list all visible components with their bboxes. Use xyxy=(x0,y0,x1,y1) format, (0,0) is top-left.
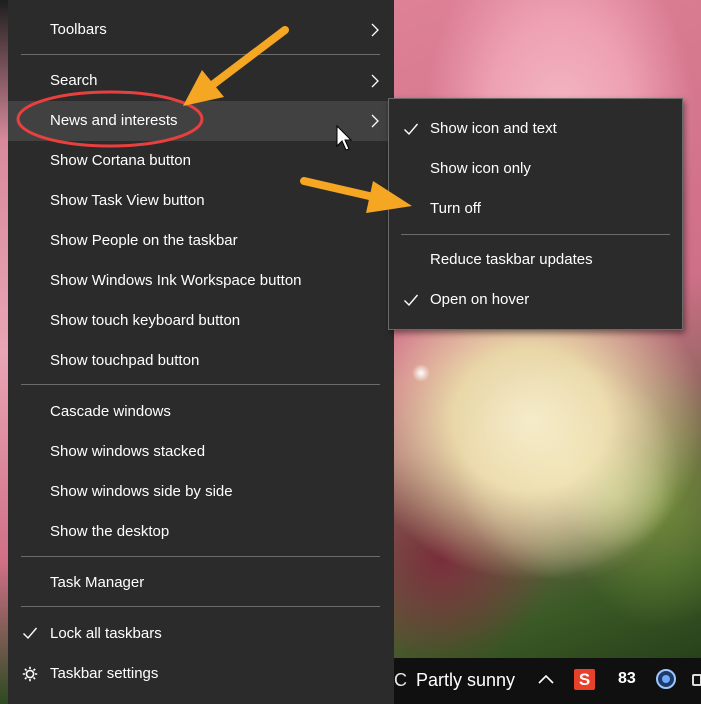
menu-item-show-task-view[interactable]: Show Task View button xyxy=(8,181,394,221)
wallpaper-glint xyxy=(412,364,430,382)
chevron-up-icon[interactable] xyxy=(538,674,554,684)
menu-item-label: Show windows stacked xyxy=(50,443,206,460)
news-interests-submenu: Show icon and text Show icon only Turn o… xyxy=(388,98,683,330)
submenu-item-label: Turn off xyxy=(430,200,481,217)
menu-item-show-touchpad[interactable]: Show touchpad button xyxy=(8,341,394,381)
weather-widget[interactable]: Partly sunny xyxy=(416,670,515,691)
chevron-right-icon xyxy=(371,74,379,88)
menu-separator xyxy=(21,384,380,385)
submenu-item-label: Reduce taskbar updates xyxy=(430,251,593,268)
menu-item-show-touch-keyboard[interactable]: Show touch keyboard button xyxy=(8,301,394,341)
menu-item-label: Search xyxy=(50,72,98,89)
checkmark-icon xyxy=(23,627,38,640)
menu-item-show-desktop[interactable]: Show the desktop xyxy=(8,512,394,552)
menu-item-show-cortana[interactable]: Show Cortana button xyxy=(8,141,394,181)
menu-item-label: Show touch keyboard button xyxy=(50,312,241,329)
menu-item-label: Cascade windows xyxy=(50,403,171,420)
tray-counter[interactable]: 83 xyxy=(618,670,636,688)
menu-item-news-and-interests[interactable]: News and interests xyxy=(8,101,394,141)
menu-item-label: Show the desktop xyxy=(50,523,170,540)
menu-item-label: News and interests xyxy=(50,112,178,129)
gear-icon xyxy=(22,666,38,682)
menu-item-windows-side-by-side[interactable]: Show windows side by side xyxy=(8,472,394,512)
menu-separator xyxy=(21,606,380,607)
submenu-item-open-on-hover[interactable]: Open on hover xyxy=(389,280,682,320)
submenu-item-label: Show icon and text xyxy=(430,120,557,137)
menu-item-label: Show touchpad button xyxy=(50,352,200,369)
weather-glyph: C xyxy=(394,670,407,690)
submenu-item-show-icon-and-text[interactable]: Show icon and text xyxy=(389,109,682,149)
wallpaper-bokeh xyxy=(560,440,670,550)
submenu-item-label: Open on hover xyxy=(430,291,530,308)
submenu-item-turn-off[interactable]: Turn off xyxy=(389,189,682,229)
wallpaper-left-edge xyxy=(0,0,8,704)
tray-app-icon[interactable]: S xyxy=(574,669,595,690)
menu-item-label: Taskbar settings xyxy=(50,665,159,682)
submenu-item-label: Show icon only xyxy=(430,160,531,177)
menu-item-label: Task Manager xyxy=(50,574,145,591)
tray-edge-icon[interactable] xyxy=(692,674,701,686)
menu-item-label: Show People on the taskbar xyxy=(50,232,238,249)
menu-item-windows-stacked[interactable]: Show windows stacked xyxy=(8,432,394,472)
taskbar: C Partly sunny S 83 xyxy=(394,658,701,704)
menu-item-label: Toolbars xyxy=(50,21,107,38)
submenu-separator xyxy=(401,234,670,235)
checkmark-icon xyxy=(404,294,419,307)
menu-item-label: Lock all taskbars xyxy=(50,625,162,642)
menu-separator xyxy=(21,54,380,55)
submenu-item-reduce-updates[interactable]: Reduce taskbar updates xyxy=(389,240,682,280)
menu-item-label: Show Task View button xyxy=(50,192,205,209)
wallpaper-bokeh xyxy=(458,360,678,580)
chevron-right-icon xyxy=(371,114,379,128)
menu-item-search[interactable]: Search xyxy=(8,61,394,101)
menu-item-show-ink-workspace[interactable]: Show Windows Ink Workspace button xyxy=(8,261,394,301)
menu-item-label: Show windows side by side xyxy=(50,483,233,500)
menu-item-label: Show Windows Ink Workspace button xyxy=(50,272,302,289)
submenu-item-show-icon-only[interactable]: Show icon only xyxy=(389,149,682,189)
taskbar-context-menu: Toolbars Search News and interests Show … xyxy=(8,0,394,704)
tray-circle-icon[interactable] xyxy=(656,669,676,689)
menu-item-show-people[interactable]: Show People on the taskbar xyxy=(8,221,394,261)
menu-item-taskbar-settings[interactable]: Taskbar settings xyxy=(8,654,394,694)
chevron-right-icon xyxy=(371,23,379,37)
menu-separator xyxy=(21,556,380,557)
menu-item-label: Show Cortana button xyxy=(50,152,191,169)
menu-item-cascade-windows[interactable]: Cascade windows xyxy=(8,392,394,432)
checkmark-icon xyxy=(404,123,419,136)
menu-item-task-manager[interactable]: Task Manager xyxy=(8,563,394,603)
menu-item-toolbars[interactable]: Toolbars xyxy=(8,10,394,50)
menu-item-lock-all-taskbars[interactable]: Lock all taskbars xyxy=(8,614,394,654)
